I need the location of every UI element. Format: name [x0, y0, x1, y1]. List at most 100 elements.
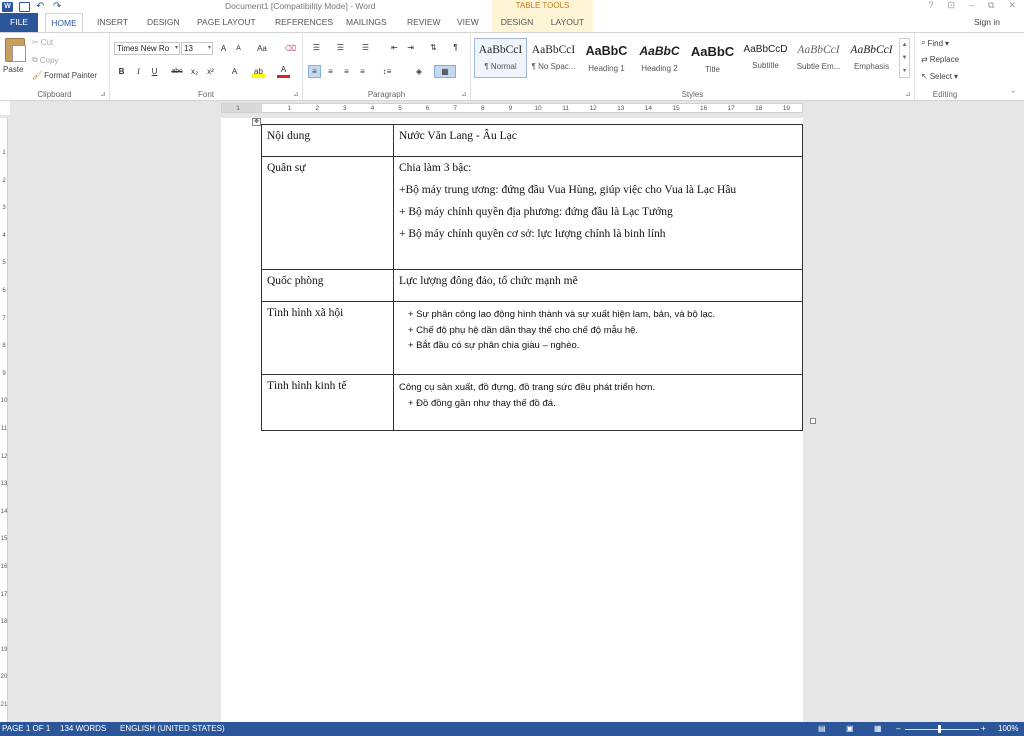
- zoom-out-button[interactable]: –: [896, 722, 900, 736]
- highlight-color-icon[interactable]: ab: [252, 65, 265, 78]
- superscript-button[interactable]: x²: [204, 65, 217, 78]
- vertical-ruler[interactable]: 1 2 3 4 5 6 7 8 9 10 11 12 13 14 15 16 17 18 19 20 21: [0, 118, 8, 722]
- sign-in-link[interactable]: Sign in: [974, 13, 1000, 32]
- table-resize-handle[interactable]: [810, 418, 816, 424]
- show-formatting-button[interactable]: ¶: [449, 41, 462, 54]
- undo-icon[interactable]: ↶: [36, 1, 47, 12]
- document-page[interactable]: ✥ Nội dung Nước Văn Lang - Âu Lạc Quân s…: [221, 118, 816, 722]
- table-cell[interactable]: Nước Văn Lang - Âu Lạc: [393, 124, 803, 157]
- table-cell[interactable]: Quốc phòng: [261, 269, 394, 302]
- zoom-level[interactable]: 100%: [998, 722, 1018, 736]
- borders-icon[interactable]: ▦: [434, 65, 456, 78]
- increase-indent-icon[interactable]: ⇥: [404, 41, 417, 54]
- subscript-button[interactable]: x₂: [188, 65, 201, 78]
- align-left-icon[interactable]: ≡: [308, 65, 321, 78]
- copy-button[interactable]: ⧉ Copy: [32, 55, 58, 65]
- multilevel-list-icon[interactable]: ☰: [357, 41, 374, 54]
- style-emphasis[interactable]: AaBbCcI Emphasis: [845, 38, 898, 78]
- tab-page-layout[interactable]: PAGE LAYOUT: [197, 13, 256, 32]
- table-move-handle-icon[interactable]: ✥: [252, 118, 261, 126]
- word-count-status[interactable]: 134 WORDS: [60, 722, 106, 736]
- paste-button[interactable]: Paste: [3, 65, 23, 74]
- italic-button[interactable]: I: [132, 65, 145, 78]
- close-icon[interactable]: ✕: [1008, 0, 1016, 11]
- paragraph-dialog-launcher-icon[interactable]: ⊿: [461, 90, 467, 98]
- tab-insert[interactable]: INSERT: [97, 13, 128, 32]
- style-heading-1[interactable]: AaBbC Heading 1: [580, 38, 633, 78]
- redo-icon[interactable]: ↷: [53, 1, 64, 12]
- text-effects-icon[interactable]: A: [228, 65, 241, 78]
- page-count-status[interactable]: PAGE 1 OF 1: [2, 722, 50, 736]
- ribbon-display-options-icon[interactable]: ⊡: [947, 0, 955, 11]
- styles-dialog-launcher-icon[interactable]: ⊿: [905, 90, 911, 98]
- change-case-button[interactable]: Aa: [252, 42, 272, 55]
- font-dialog-launcher-icon[interactable]: ⊿: [293, 90, 299, 98]
- language-status[interactable]: ENGLISH (UNITED STATES): [120, 722, 225, 736]
- table-cell[interactable]: Lực lượng đông đảo, tổ chức mạnh mẽ: [393, 269, 803, 302]
- clipboard-dialog-launcher-icon[interactable]: ⊿: [100, 90, 106, 98]
- table-cell[interactable]: Công cụ sản xuất, đồ đựng, đồ trang sức …: [393, 374, 803, 431]
- align-right-icon[interactable]: ≡: [340, 65, 353, 78]
- select-button[interactable]: ↖ Select ▾: [921, 72, 958, 81]
- table-cell[interactable]: Nội dung: [261, 124, 394, 157]
- read-mode-icon[interactable]: ▤: [818, 722, 826, 736]
- justify-icon[interactable]: ≡: [356, 65, 369, 78]
- tab-review[interactable]: REVIEW: [407, 13, 441, 32]
- strikethrough-button[interactable]: abc: [169, 65, 185, 78]
- tab-table-layout[interactable]: LAYOUT: [542, 13, 593, 32]
- align-center-icon[interactable]: ≡: [324, 65, 337, 78]
- styles-gallery-scroll[interactable]: ▲ ▼ ▾: [899, 38, 910, 78]
- clear-formatting-icon[interactable]: ⌫: [284, 42, 297, 55]
- content-table[interactable]: Nội dung Nước Văn Lang - Âu Lạc Quân sự …: [261, 124, 803, 431]
- zoom-slider-thumb[interactable]: [938, 725, 941, 733]
- table-cell[interactable]: Tình hình xã hội: [261, 301, 394, 375]
- table-cell[interactable]: Quân sự: [261, 156, 394, 270]
- style-subtitle[interactable]: AaBbCcD Subtitle: [739, 38, 792, 78]
- shading-icon[interactable]: ◈: [410, 65, 428, 78]
- underline-button[interactable]: U: [148, 65, 161, 78]
- shrink-font-button[interactable]: A: [232, 42, 245, 55]
- font-size-select[interactable]: 13 ▾: [181, 42, 213, 55]
- minimize-icon[interactable]: –: [969, 0, 974, 11]
- style-title[interactable]: AaBbC Title: [686, 38, 739, 78]
- tab-home[interactable]: HOME: [45, 13, 83, 32]
- bullets-icon[interactable]: ☰: [308, 41, 325, 54]
- decrease-indent-icon[interactable]: ⇤: [388, 41, 401, 54]
- tab-table-design[interactable]: DESIGN: [492, 13, 542, 32]
- word-app-icon[interactable]: W: [2, 1, 13, 12]
- format-painter-button[interactable]: 🖌 Format Painter: [32, 71, 97, 80]
- style-heading-2[interactable]: AaBbC Heading 2: [633, 38, 686, 78]
- numbering-icon[interactable]: ☰: [332, 41, 349, 54]
- sort-icon[interactable]: ⇅: [427, 41, 440, 54]
- zoom-in-button[interactable]: +: [981, 722, 986, 736]
- print-layout-icon[interactable]: ▣: [846, 722, 854, 736]
- restore-icon[interactable]: ⧉: [988, 0, 994, 11]
- font-color-button[interactable]: A: [277, 65, 290, 78]
- replace-button[interactable]: ⇄ Replace: [921, 55, 959, 64]
- tab-references[interactable]: REFERENCES: [275, 13, 333, 32]
- tab-mailings[interactable]: MAILINGS: [346, 13, 387, 32]
- table-cell[interactable]: Tình hình kinh tế: [261, 374, 394, 431]
- web-layout-icon[interactable]: ▦: [874, 722, 882, 736]
- style-normal[interactable]: AaBbCcI ¶ Normal: [474, 38, 527, 78]
- paste-icon[interactable]: [5, 38, 26, 62]
- zoom-slider[interactable]: [905, 728, 979, 730]
- style-no-spacing[interactable]: AaBbCcI ¶ No Spac...: [527, 38, 580, 78]
- save-icon[interactable]: [19, 1, 30, 12]
- horizontal-ruler[interactable]: 1 1 2 3 4 5 6 7 8 9 10 11 12 13 14 15 16 17 18 19: [221, 103, 803, 113]
- tab-file[interactable]: FILE: [0, 13, 38, 32]
- grow-font-button[interactable]: A: [217, 42, 230, 55]
- collapse-ribbon-icon[interactable]: ⌃: [1010, 90, 1016, 98]
- style-subtle-emphasis[interactable]: AaBbCcI Subtle Em...: [792, 38, 845, 78]
- line-spacing-icon[interactable]: ↕≡: [378, 65, 396, 78]
- tab-view[interactable]: VIEW: [457, 13, 479, 32]
- tab-design[interactable]: DESIGN: [147, 13, 180, 32]
- cut-button[interactable]: ✂ Cut: [32, 38, 53, 47]
- help-icon[interactable]: ?: [928, 0, 933, 11]
- tab-selector[interactable]: [0, 101, 10, 115]
- table-cell[interactable]: + Sự phân công lao động hình thành và sự…: [393, 301, 803, 375]
- font-family-select[interactable]: Times New Ro ▾: [114, 42, 180, 55]
- table-cell[interactable]: Chia làm 3 bậc: +Bộ máy trung ương: đứng…: [393, 156, 803, 270]
- find-button[interactable]: ⌕ Find ▾: [921, 38, 949, 48]
- bold-button[interactable]: B: [115, 65, 128, 78]
